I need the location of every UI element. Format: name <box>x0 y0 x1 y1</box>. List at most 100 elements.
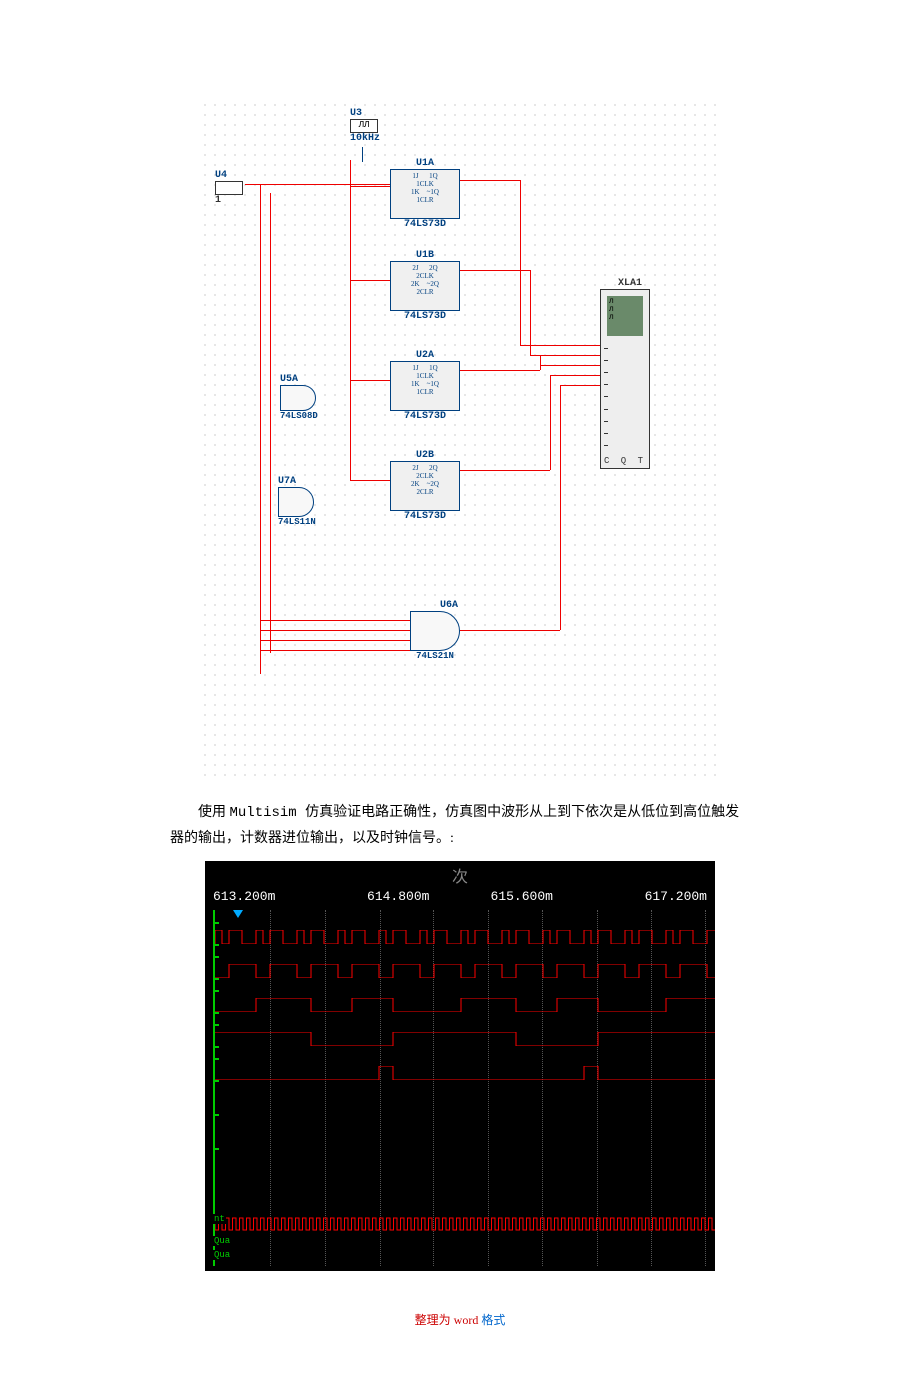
ref-u1b: U1B <box>390 250 460 261</box>
wire <box>350 186 390 187</box>
ref-u6a: U6A <box>440 600 460 611</box>
part-u2b: 74LS73D <box>390 511 460 522</box>
comp-u1b: U1B 2J 2Q2CLK2K ~2Q2CLR 74LS73D <box>390 250 460 322</box>
wire <box>540 355 541 370</box>
multisim-word: Multisim <box>230 805 306 821</box>
comp-u7a: U7A 74LS11N <box>278 476 316 527</box>
wire <box>560 385 600 386</box>
wire <box>550 375 551 470</box>
xla-screen: ллл <box>607 296 643 336</box>
time-tick: 613.200m <box>213 889 337 904</box>
wire <box>350 380 390 381</box>
ref-u4: U4 <box>215 170 243 181</box>
wire <box>362 147 363 162</box>
time-tick: 615.600m <box>460 889 584 904</box>
signal-q3 <box>215 1032 715 1046</box>
comp-u1a: U1A 1J 1Q1CLK1K ~1Q1CLR 74LS73D <box>390 158 460 230</box>
page-footer: 整理为 word 格式 <box>170 1311 750 1328</box>
wire <box>350 480 390 481</box>
axis-tick <box>213 1046 219 1048</box>
axis-tick <box>213 1114 219 1116</box>
chip-u2b: 2J 2Q2CLK2K ~2Q2CLR <box>390 461 460 511</box>
axis-tick <box>213 944 219 946</box>
axis-tick <box>213 1148 219 1150</box>
axis-tick <box>213 922 219 924</box>
signal-q2 <box>215 998 715 1012</box>
wire <box>260 184 261 674</box>
circuit-schematic: U3 ЛЛ 10kHz U4 1 U1A 1J 1Q1CLK1K ~1Q1CLR… <box>200 100 720 780</box>
part-u5a: 74LS08D <box>280 411 318 421</box>
xla-ports: C Q T <box>601 456 649 466</box>
signal-q0 <box>215 930 715 944</box>
comp-u2b: U2B 2J 2Q2CLK2K ~2Q2CLR 74LS73D <box>390 450 460 522</box>
comp-u3: U3 ЛЛ 10kHz <box>350 108 380 144</box>
chip-u1a: 1J 1Q1CLK1K ~1Q1CLR <box>390 169 460 219</box>
wire <box>560 385 561 630</box>
signal-label: nt <box>213 1214 226 1224</box>
wire <box>520 345 600 346</box>
wire <box>260 620 410 621</box>
wire <box>260 630 410 631</box>
part-u1a: 74LS73D <box>390 219 460 230</box>
time-tick: 614.800m <box>337 889 461 904</box>
comp-xla1: XLA1 ллл C Q T <box>600 278 642 289</box>
signal-q1 <box>215 964 715 978</box>
signal-label: Qua <box>213 1250 231 1260</box>
wire <box>460 470 550 471</box>
and-gate-u5a <box>280 385 316 411</box>
and-gate-u6a <box>410 611 460 651</box>
wire <box>460 270 530 271</box>
axis-tick <box>213 1024 219 1026</box>
part-u7a: 74LS11N <box>278 517 316 527</box>
description-paragraph: 使用 Multisim 仿真验证电路正确性，仿真图中波形从上到下依次是从低位到高… <box>170 800 750 851</box>
axis-tick <box>213 990 219 992</box>
chip-u1b: 2J 2Q2CLK2K ~2Q2CLR <box>390 261 460 311</box>
footer-red: 整理为 word <box>415 1313 482 1327</box>
comp-u6a: U6A 74LS21N <box>410 600 460 661</box>
logic-analyzer-icon: ллл C Q T <box>600 289 650 469</box>
waveform-body: nt Qua Qua <box>213 910 715 1266</box>
ref-u1a: U1A <box>390 158 460 169</box>
wire <box>350 160 351 480</box>
chip-u2a: 1J 1Q1CLK1K ~1Q1CLR <box>390 361 460 411</box>
wire <box>540 365 600 366</box>
signal-clock <box>215 1216 715 1232</box>
wire <box>460 370 540 371</box>
part-u2a: 74LS73D <box>390 411 460 422</box>
axis-tick <box>213 1012 219 1014</box>
part-u1b: 74LS73D <box>390 311 460 322</box>
waveform-title: 次 <box>205 861 715 889</box>
axis-tick <box>213 956 219 958</box>
wire <box>245 184 390 185</box>
wire <box>460 630 560 631</box>
ref-u3: U3 <box>350 108 380 119</box>
wire <box>260 640 410 641</box>
ref-xla1: XLA1 <box>618 278 642 289</box>
axis-tick <box>213 1058 219 1060</box>
src-box <box>215 181 243 195</box>
u4-val: 1 <box>215 195 243 206</box>
wire <box>520 180 521 345</box>
time-axis: 613.200m 614.800m 615.600m 617.200m <box>205 889 715 910</box>
ref-u5a: U5A <box>280 374 318 385</box>
cursor-icon <box>233 910 243 918</box>
wire <box>270 193 271 653</box>
ref-u7a: U7A <box>278 476 316 487</box>
part-u6a: 74LS21N <box>410 651 460 661</box>
axis-tick <box>213 1080 219 1082</box>
wire <box>550 375 600 376</box>
wire <box>350 280 390 281</box>
time-tick: 617.200m <box>584 889 708 904</box>
wire <box>530 355 600 356</box>
footer-blue: 格式 <box>481 1313 505 1327</box>
wire <box>530 270 531 355</box>
wire <box>260 650 410 651</box>
comp-u4: U4 1 <box>215 170 243 206</box>
wire <box>460 180 520 181</box>
desc-part1: 使用 <box>198 805 230 820</box>
waveform-display: 次 613.200m 614.800m 615.600m 617.200m <box>205 861 715 1271</box>
comp-u5a: U5A 74LS08D <box>280 374 318 421</box>
ref-u2a: U2A <box>390 350 460 361</box>
signal-carry <box>215 1066 715 1080</box>
signal-label: Qua <box>213 1236 231 1246</box>
